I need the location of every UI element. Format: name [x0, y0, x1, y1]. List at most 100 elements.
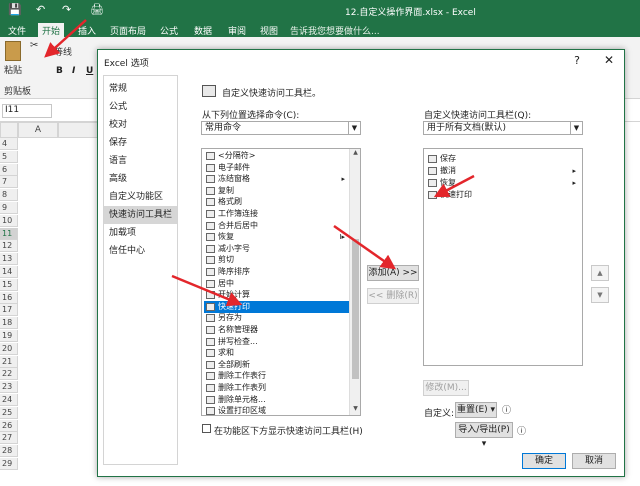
close-icon[interactable]: ✕	[604, 53, 614, 67]
tab-page-layout[interactable]: 页面布局	[106, 23, 150, 38]
row-header[interactable]: 5	[0, 150, 18, 163]
command-item[interactable]: 快速打印	[204, 300, 349, 313]
nav-general[interactable]: 常规	[104, 80, 177, 98]
column-header-b[interactable]	[58, 122, 100, 138]
command-item[interactable]: 全部刷新	[204, 359, 349, 371]
row-header[interactable]: 23	[0, 381, 18, 394]
row-header[interactable]: 17	[0, 304, 18, 317]
command-item[interactable]: 冻结窗格 ▸	[204, 173, 349, 185]
column-header-a[interactable]: A	[18, 122, 58, 138]
name-box[interactable]: I11	[2, 104, 52, 118]
command-item[interactable]: 删除工作表行	[204, 370, 349, 382]
row-header[interactable]: 29	[0, 458, 18, 470]
command-item[interactable]: 复制	[204, 185, 349, 197]
nav-formulas[interactable]: 公式	[104, 98, 177, 116]
row-header[interactable]: 8	[0, 189, 18, 202]
quick-print-icon[interactable]: 🖨	[90, 3, 104, 16]
tab-view[interactable]: 视图	[256, 23, 282, 38]
font-name[interactable]: 等线	[54, 45, 72, 58]
select-all-corner[interactable]	[0, 122, 18, 138]
row-header[interactable]: 13	[0, 253, 18, 266]
command-item[interactable]: 开始计算	[204, 289, 349, 301]
paste-icon[interactable]	[5, 41, 21, 61]
move-down-button[interactable]: ▼	[591, 287, 609, 303]
nav-language[interactable]: 语言	[104, 152, 177, 170]
row-header[interactable]: 16	[0, 291, 18, 304]
command-item[interactable]: 居中	[204, 278, 349, 290]
row-header[interactable]: 27	[0, 432, 18, 445]
scroll-down-icon[interactable]: ▼	[350, 405, 360, 415]
help-icon[interactable]: ?	[574, 54, 580, 67]
choose-commands-select[interactable]: 常用命令 ▼	[201, 121, 361, 135]
tab-insert[interactable]: 插入	[74, 23, 100, 38]
tab-review[interactable]: 审阅	[224, 23, 250, 38]
command-item[interactable]: 恢复 I▸	[204, 231, 349, 243]
nav-advanced[interactable]: 高级	[104, 170, 177, 188]
command-item[interactable]: <分隔符>	[204, 150, 349, 162]
command-item[interactable]: 设置打印区域	[204, 405, 349, 415]
row-header[interactable]: 21	[0, 355, 18, 368]
row-header[interactable]: 12	[0, 240, 18, 253]
row-header[interactable]: 4	[0, 138, 18, 150]
command-item[interactable]: 求和	[204, 347, 349, 359]
undo-icon[interactable]: ↶	[36, 3, 45, 16]
row-header[interactable]: 7	[0, 176, 18, 189]
row-header[interactable]: 10	[0, 214, 18, 227]
add-button[interactable]: 添加(A) >>	[367, 265, 419, 281]
bold-button[interactable]: B	[56, 66, 63, 76]
scroll-thumb[interactable]	[352, 239, 359, 379]
row-header[interactable]: 20	[0, 342, 18, 355]
row-header[interactable]: 9	[0, 202, 18, 214]
nav-customize-ribbon[interactable]: 自定义功能区	[104, 188, 177, 206]
underline-button[interactable]: U	[86, 66, 93, 76]
qat-item[interactable]: 保存	[426, 153, 580, 165]
nav-add-ins[interactable]: 加载项	[104, 224, 177, 242]
nav-trust-center[interactable]: 信任中心	[104, 242, 177, 260]
ok-button[interactable]: 确定	[522, 453, 566, 469]
import-export-button[interactable]: 导入/导出(P) ▾	[455, 422, 513, 449]
command-item[interactable]: 另存为	[204, 312, 349, 324]
qat-item[interactable]: 恢复 ▸	[426, 177, 580, 189]
row-header[interactable]: 11	[0, 227, 18, 240]
qat-list[interactable]: 保存 撤消 ▸ 恢复 ▸ 快速打印	[423, 148, 583, 366]
command-item[interactable]: 工作簿连接	[204, 208, 349, 220]
tab-formulas[interactable]: 公式	[156, 23, 182, 38]
tell-me-box[interactable]: 告诉我您想要做什么...	[290, 24, 380, 37]
redo-icon[interactable]: ↷	[62, 3, 71, 16]
row-header[interactable]: 28	[0, 445, 18, 458]
qat-item[interactable]: 撤消 ▸	[426, 165, 580, 177]
cut-icon[interactable]: ✂	[30, 40, 38, 51]
command-item[interactable]: 格式刷	[204, 196, 349, 208]
tab-file[interactable]: 文件	[4, 23, 30, 38]
modify-button[interactable]: 修改(M)...	[423, 380, 469, 396]
remove-button[interactable]: << 删除(R)	[367, 288, 419, 304]
save-icon[interactable]: 💾	[8, 3, 22, 16]
tab-data[interactable]: 数据	[190, 23, 216, 38]
commands-list[interactable]: <分隔符> 电子邮件 冻结窗格 ▸ 复制 格式刷 工作簿连接 合并后居中 恢复 I▸ 减小字号 剪切降…	[201, 148, 361, 416]
reset-button[interactable]: 重置(E) ▾	[455, 402, 497, 418]
row-header[interactable]: 26	[0, 419, 18, 432]
command-item[interactable]: 电子邮件	[204, 162, 349, 174]
command-item[interactable]: 删除工作表列	[204, 382, 349, 394]
nav-proofing[interactable]: 校对	[104, 116, 177, 134]
row-header[interactable]: 15	[0, 278, 18, 291]
command-item[interactable]: 剪切	[204, 254, 349, 266]
command-item[interactable]: 名称管理器	[204, 324, 349, 336]
qat-item[interactable]: 快速打印	[426, 189, 580, 201]
show-below-ribbon-checkbox[interactable]	[202, 424, 211, 433]
row-header[interactable]: 24	[0, 394, 18, 406]
scroll-up-icon[interactable]: ▲	[350, 149, 360, 159]
customize-qat-select[interactable]: 用于所有文档(默认) ▼	[423, 121, 583, 135]
row-header[interactable]: 19	[0, 330, 18, 342]
nav-quick-access-toolbar[interactable]: 快速访问工具栏	[104, 206, 177, 224]
command-item[interactable]: 减小字号	[204, 243, 349, 255]
command-item[interactable]: 合并后居中	[204, 220, 349, 232]
commands-scrollbar[interactable]: ▲ ▼	[349, 149, 360, 415]
row-header[interactable]: 6	[0, 163, 18, 176]
row-header[interactable]: 14	[0, 266, 18, 278]
row-header[interactable]: 25	[0, 406, 18, 419]
row-header[interactable]: 18	[0, 317, 18, 330]
row-header[interactable]: 22	[0, 368, 18, 381]
nav-save[interactable]: 保存	[104, 134, 177, 152]
cancel-button[interactable]: 取消	[572, 453, 616, 469]
